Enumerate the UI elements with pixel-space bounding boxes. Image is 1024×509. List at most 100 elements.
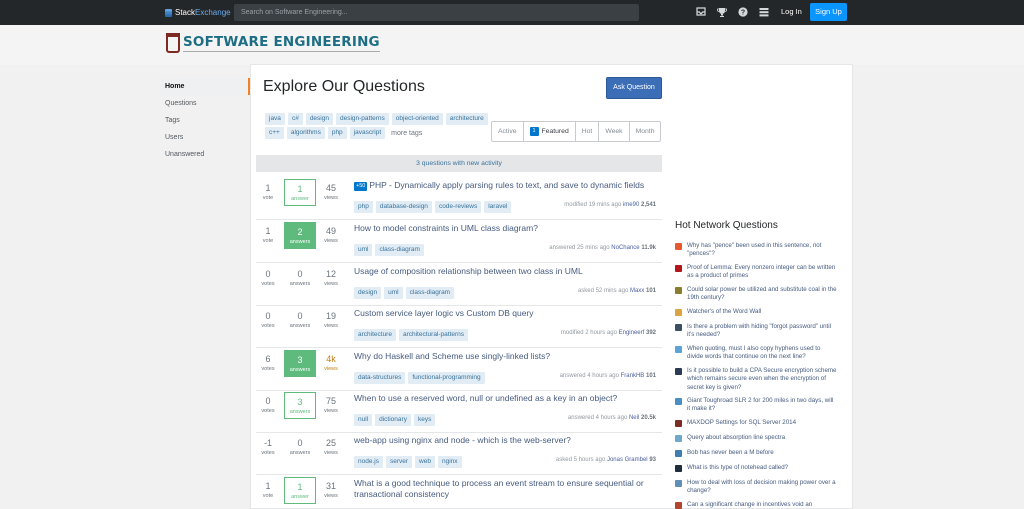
tag[interactable]: web	[415, 456, 435, 468]
tag[interactable]: functional-programming	[408, 372, 485, 384]
answer-number: 3	[297, 397, 303, 407]
hot-question-link[interactable]: Can a significant change in incentives v…	[687, 501, 837, 509]
login-link[interactable]: Log In	[777, 6, 806, 18]
nav-home[interactable]: Home	[161, 78, 250, 95]
question-title[interactable]: What is a good technique to process an e…	[354, 478, 660, 500]
tag[interactable]: php	[327, 127, 347, 139]
tab-hot[interactable]: Hot	[574, 122, 599, 141]
stackexchange-logo[interactable]: Stack Exchange	[165, 7, 231, 18]
tab-active[interactable]: Active	[492, 122, 523, 141]
activity-time: modified 2 hours ago	[560, 330, 617, 336]
tag[interactable]: node.js	[354, 456, 383, 468]
svg-text:?: ?	[741, 10, 745, 17]
hot-question-link[interactable]: What is this type of notehead called?	[687, 464, 837, 472]
tag[interactable]: dictionary	[375, 414, 411, 426]
vote-label: votes	[261, 408, 275, 414]
user-link[interactable]: Maxx	[630, 288, 644, 294]
view-label: views	[324, 238, 338, 244]
question-title[interactable]: web-app using nginx and node - which is …	[354, 435, 660, 446]
tab-month[interactable]: Month	[628, 122, 661, 141]
tag[interactable]: design	[354, 287, 382, 299]
tag[interactable]: algorithms	[286, 127, 325, 139]
tag[interactable]: object-oriented	[391, 113, 443, 125]
user-link[interactable]: Jonas Grambel	[607, 457, 648, 463]
tag[interactable]: nginx	[437, 456, 462, 468]
tag[interactable]: laravel	[484, 201, 512, 213]
tab-featured[interactable]: 1 Featured	[522, 122, 575, 141]
tag[interactable]: architectural-patterns	[398, 329, 469, 341]
vote-number: 0	[265, 396, 271, 406]
nav-users[interactable]: Users	[161, 129, 250, 146]
question-title[interactable]: Usage of composition relationship betwee…	[354, 266, 660, 277]
question-title[interactable]: Custom service layer logic vs Custom DB …	[354, 308, 660, 319]
tab-month-label: Month	[635, 128, 655, 135]
tag[interactable]: design-patterns	[335, 113, 389, 125]
tag[interactable]: null	[354, 414, 373, 426]
tag[interactable]: keys	[413, 414, 436, 426]
brand-stack: Stack	[175, 8, 196, 17]
question-row: -1 votes 0 answers 25 views web-app using ngin…	[256, 432, 662, 475]
tag[interactable]: design	[305, 113, 333, 125]
question-meta: answered 25 mins ago NoChance 11.9k	[549, 245, 656, 251]
hot-question-link[interactable]: MAXDOP Settings for SQL Server 2014	[687, 419, 837, 427]
question-tags: uml class-diagram	[354, 244, 427, 256]
tag[interactable]: architecture	[445, 113, 488, 125]
tag[interactable]: uml	[354, 244, 373, 256]
hot-question-link[interactable]: When quoting, must I also copy hyphens u…	[687, 345, 837, 362]
site-logo[interactable]: SOFTWARE ENGINEERING	[166, 33, 380, 53]
vote-count: 0 votes	[256, 269, 280, 288]
hot-question-link[interactable]: Is it possible to build a CPA Secure enc…	[687, 367, 837, 392]
vote-label: vote	[262, 493, 274, 499]
hot-question-link[interactable]: Why has "pence" been used in this senten…	[687, 242, 837, 259]
question-title[interactable]: Why do Haskell and Scheme use singly-lin…	[354, 351, 660, 362]
user-link[interactable]: ime90	[623, 202, 639, 208]
question-title[interactable]: How to model constraints in UML class di…	[354, 223, 660, 234]
more-tags-link[interactable]: more tags	[391, 130, 422, 137]
tag[interactable]: uml	[384, 287, 403, 299]
tag[interactable]: php	[354, 201, 373, 213]
nav-questions[interactable]: Questions	[161, 95, 250, 112]
search-input[interactable]: Search on Software Engineering...	[234, 4, 639, 21]
ask-question-button[interactable]: Ask Question	[606, 77, 662, 99]
hot-question-link[interactable]: Could solar power be utilized and substi…	[687, 286, 837, 303]
tag[interactable]: server	[385, 456, 413, 468]
site-switcher-icon[interactable]	[759, 7, 769, 17]
tab-hot-label: Hot	[581, 128, 593, 135]
user-link[interactable]: NoChance	[611, 245, 639, 251]
user-link[interactable]: FrankHB	[621, 373, 645, 379]
tag[interactable]: c++	[265, 127, 284, 139]
answer-count: 0 answers	[284, 434, 316, 461]
tag[interactable]: javascript	[349, 127, 386, 139]
hot-question-link[interactable]: Query about absorption line spectra	[687, 434, 837, 442]
question-title[interactable]: +50 PHP - Dynamically apply parsing rules…	[354, 180, 660, 191]
tag[interactable]: code-reviews	[434, 201, 482, 213]
trophy-icon[interactable]	[717, 7, 727, 17]
inbox-icon[interactable]	[696, 7, 706, 17]
help-icon[interactable]: ?	[738, 7, 748, 17]
tag[interactable]: class-diagram	[375, 244, 424, 256]
hot-question-link[interactable]: Giant Toughroad SLR 2 for 200 miles in t…	[687, 397, 837, 414]
question-title[interactable]: When to use a reserved word, null or und…	[354, 393, 660, 404]
nav-unanswered[interactable]: Unanswered	[161, 146, 250, 163]
question-title-text: Custom service layer logic vs Custom DB …	[354, 308, 534, 318]
user-link[interactable]: Neil	[629, 415, 639, 421]
hot-question-link[interactable]: Is there a problem with hiding "forgot p…	[687, 323, 837, 340]
tag[interactable]: data-structures	[354, 372, 406, 384]
tab-week[interactable]: Week	[598, 122, 628, 141]
question-tags: node.js server web nginx	[354, 456, 465, 468]
hot-question-link[interactable]: Bob has never been a M before	[687, 449, 837, 457]
nav-tags[interactable]: Tags	[161, 112, 250, 129]
answer-number: 0	[297, 311, 303, 321]
hot-question-link[interactable]: Watcher's of the Word Wall	[687, 308, 837, 316]
question-meta: modified 19 mins ago ime90 2,541	[564, 202, 656, 208]
hot-question-link[interactable]: How to deal with loss of decision making…	[687, 479, 837, 496]
hot-question-link[interactable]: Proof of Lemma: Every nonzero integer ca…	[687, 264, 837, 281]
tag[interactable]: c#	[287, 113, 303, 125]
tag[interactable]: java	[265, 113, 285, 125]
tag[interactable]: database-design	[375, 201, 432, 213]
tag[interactable]: class-diagram	[405, 287, 455, 299]
tag[interactable]: architecture	[354, 329, 396, 341]
signup-button[interactable]: Sign Up	[810, 3, 847, 21]
user-link[interactable]: Engineerf	[619, 330, 645, 336]
new-activity-banner[interactable]: 3 questions with new activity	[256, 155, 662, 172]
